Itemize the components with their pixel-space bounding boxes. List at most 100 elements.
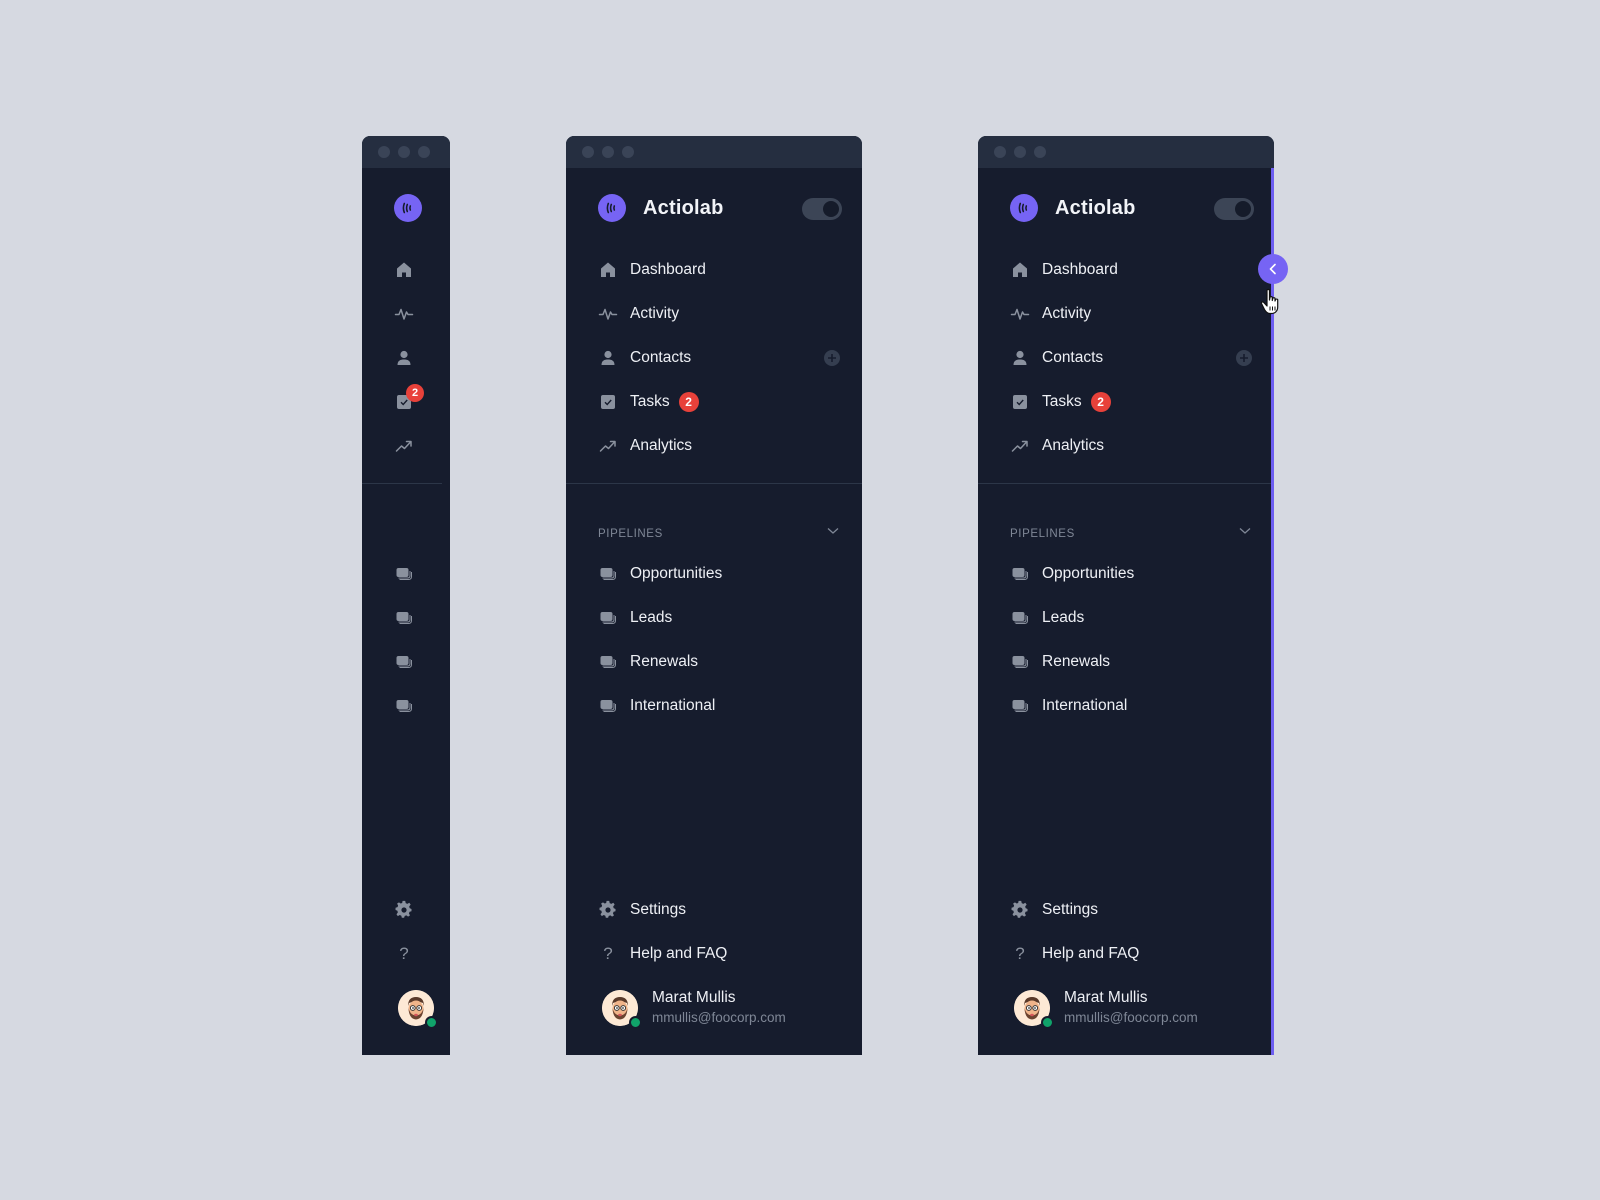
logo-icon [398,198,418,218]
user-icon [394,348,414,368]
nav-item-dashboard[interactable]: Dashboard [978,252,1274,288]
pipeline-item-leads[interactable]: Leads [978,600,1274,636]
stack-icon [598,696,618,716]
nav-item-dashboard[interactable]: Dashboard [566,252,862,288]
gear-icon [394,900,414,920]
user-name: Marat Mullis [652,989,736,1006]
activity-icon [598,304,618,324]
pipeline-item-renewals[interactable]: Renewals [566,644,862,680]
window-minimize-dot[interactable] [602,146,614,158]
pipeline-item-international[interactable] [394,696,414,716]
online-status-dot [1041,1016,1054,1029]
help-button[interactable]: ? [394,944,414,964]
pipeline-item-international[interactable]: International [978,688,1274,724]
help-icon: ? [603,944,613,963]
pipeline-item-leads[interactable] [394,608,414,628]
stack-icon [394,696,414,716]
pipeline-label: International [630,697,716,714]
activity-icon [1010,304,1030,324]
trending-up-icon [394,436,414,456]
activity-icon [394,304,414,324]
theme-toggle[interactable] [1214,198,1254,220]
window-close-dot[interactable] [378,146,390,158]
plus-icon [828,354,836,362]
sidebar-expanded-hover: Actiolab Dashboard Activity Contacts Tas… [978,136,1288,1055]
nav-label: Activity [630,305,680,322]
user-profile[interactable]: Marat Mullis mmullis@foocorp.com [602,989,832,1030]
nav-item-analytics[interactable]: Analytics [566,428,862,464]
sidebar-collapsed: 2 ? [362,136,450,1055]
trending-up-icon [1010,436,1030,456]
nav-item-activity[interactable]: Activity [566,296,862,332]
window-close-dot[interactable] [994,146,1006,158]
app-logo[interactable] [598,194,626,222]
hand-cursor-icon [1260,288,1279,315]
tasks-badge: 2 [406,384,424,402]
settings-button[interactable]: Settings [566,892,862,928]
online-status-dot [425,1016,438,1029]
nav-item-activity[interactable]: Activity [978,296,1274,332]
trending-up-icon [598,436,618,456]
pipeline-item-international[interactable]: International [566,688,862,724]
user-email: mmullis@foocorp.com [652,1010,786,1025]
add-contact-button[interactable] [1236,350,1252,366]
collapse-sidebar-button[interactable] [1258,254,1288,284]
nav-item-contacts[interactable]: Contacts [978,340,1274,376]
user-avatar-button[interactable] [398,990,438,1029]
pipelines-header: PIPELINES [598,528,663,540]
add-contact-button[interactable] [824,350,840,366]
nav-item-contacts[interactable]: Contacts [566,340,862,376]
nav-item-tasks[interactable]: Tasks 2 [978,384,1274,420]
stack-icon [394,564,414,584]
window-maximize-dot[interactable] [418,146,430,158]
nav-item-activity[interactable] [394,304,414,324]
theme-toggle[interactable] [802,198,842,220]
help-icon: ? [399,944,409,963]
nav-label: Contacts [1042,349,1104,366]
user-name: Marat Mullis [1064,989,1148,1006]
nav-item-analytics[interactable]: Analytics [978,428,1274,464]
nav-item-analytics[interactable] [394,436,414,456]
chevron-down-icon[interactable] [1239,527,1251,535]
tasks-badge: 2 [1090,392,1111,412]
pipeline-item-renewals[interactable] [394,652,414,672]
pipeline-item-opportunities[interactable]: Opportunities [978,556,1274,592]
chevron-left-icon [1269,263,1276,275]
pipeline-label: Leads [630,609,673,626]
nav-item-tasks[interactable]: 2 [394,384,424,412]
home-icon [598,260,618,280]
pipeline-label: Opportunities [630,565,723,582]
gear-icon [1010,900,1030,920]
app-logo[interactable] [394,194,422,222]
pipeline-item-opportunities[interactable]: Opportunities [566,556,862,592]
chevron-down-icon[interactable] [827,527,839,535]
window-close-dot[interactable] [582,146,594,158]
nav-label: Dashboard [1042,261,1118,278]
nav-item-contacts[interactable] [394,348,414,368]
window-maximize-dot[interactable] [622,146,634,158]
window-minimize-dot[interactable] [1014,146,1026,158]
window-maximize-dot[interactable] [1034,146,1046,158]
nav-label: Dashboard [630,261,706,278]
help-button[interactable]: ? Help and FAQ [978,936,1274,972]
nav-label: Contacts [630,349,692,366]
pipeline-item-leads[interactable]: Leads [566,600,862,636]
nav-item-tasks[interactable]: Tasks 2 [566,384,862,420]
settings-button[interactable]: Settings [978,892,1274,928]
settings-button[interactable] [394,900,414,920]
home-icon [1010,260,1030,280]
nav-label: Analytics [1042,437,1105,454]
nav-label: Activity [1042,305,1092,322]
nav-label: Tasks [630,393,670,410]
user-profile[interactable]: Marat Mullis mmullis@foocorp.com [1014,989,1244,1030]
app-logo[interactable] [1010,194,1038,222]
pipeline-item-opportunities[interactable] [394,564,414,584]
nav-item-dashboard[interactable] [394,260,414,280]
help-button[interactable]: ? Help and FAQ [566,936,862,972]
window-minimize-dot[interactable] [398,146,410,158]
pipeline-label: Leads [1042,609,1085,626]
pipeline-item-renewals[interactable]: Renewals [978,644,1274,680]
stack-icon [598,564,618,584]
sidebar-expanded: Actiolab Dashboard Activity Contacts Tas… [566,136,862,1055]
checkbox-icon [598,392,618,412]
